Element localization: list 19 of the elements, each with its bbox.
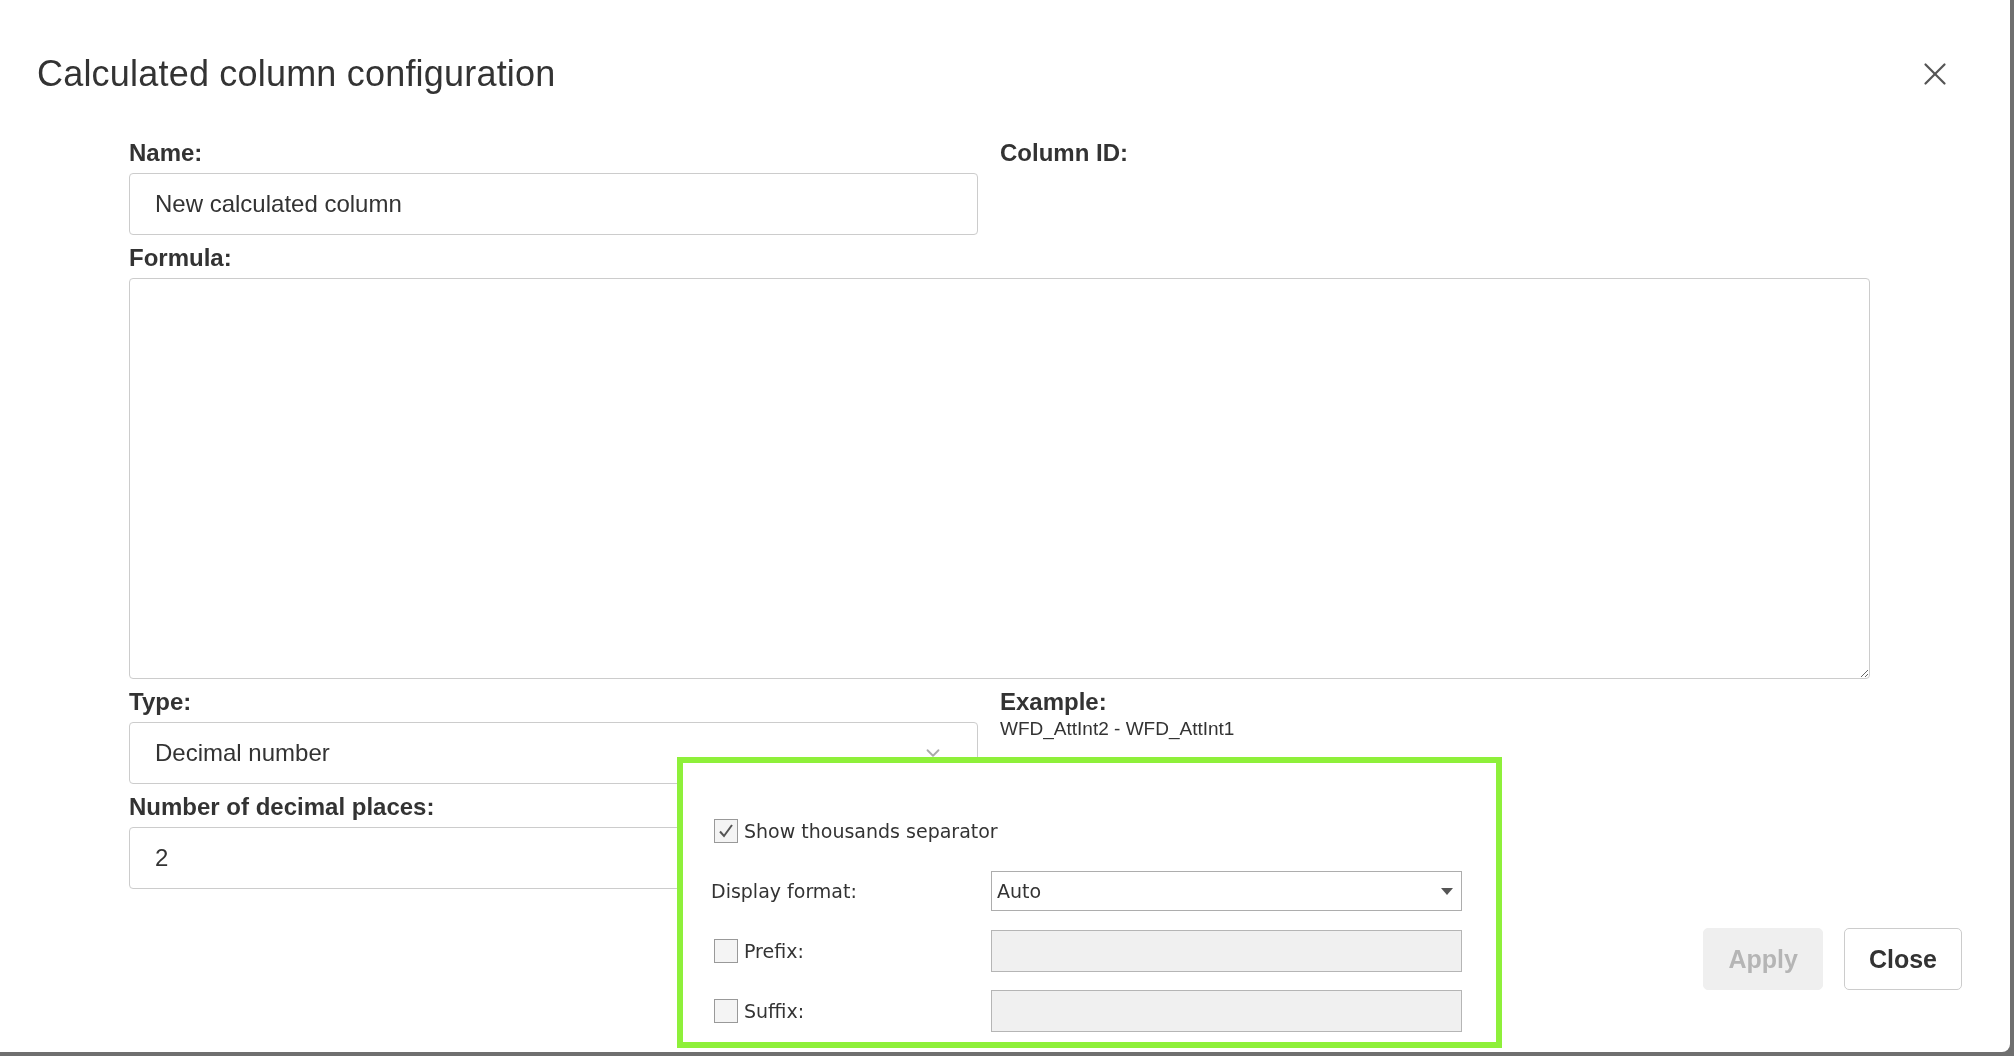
checkbox-label: Suffix: [744,1000,805,1022]
checkbox-label: Prefix: [744,940,804,962]
checkbox[interactable] [714,999,738,1023]
dialog-title: Calculated column configuration [37,53,556,95]
field-label: Number of decimal places: [129,794,436,822]
checkmark-icon [717,822,735,840]
close-button[interactable]: Close [1843,928,1962,990]
example-text: WFD_AttInt2 - WFD_AttInt1 [1000,718,1236,740]
field-label: Type: [129,689,193,717]
field-label: Column ID: [1000,140,1129,168]
field-label: Example: [1000,689,1108,717]
display-format-dropdown[interactable]: Auto [991,871,1462,911]
name-field[interactable]: New calculated column [129,173,978,235]
checkbox[interactable] [714,939,738,963]
field-label: Name: [129,140,204,168]
caret-icon [1441,887,1453,895]
formula-field[interactable] [129,278,1870,679]
field-label: Formula: [129,245,233,273]
checkbox[interactable] [714,819,738,843]
